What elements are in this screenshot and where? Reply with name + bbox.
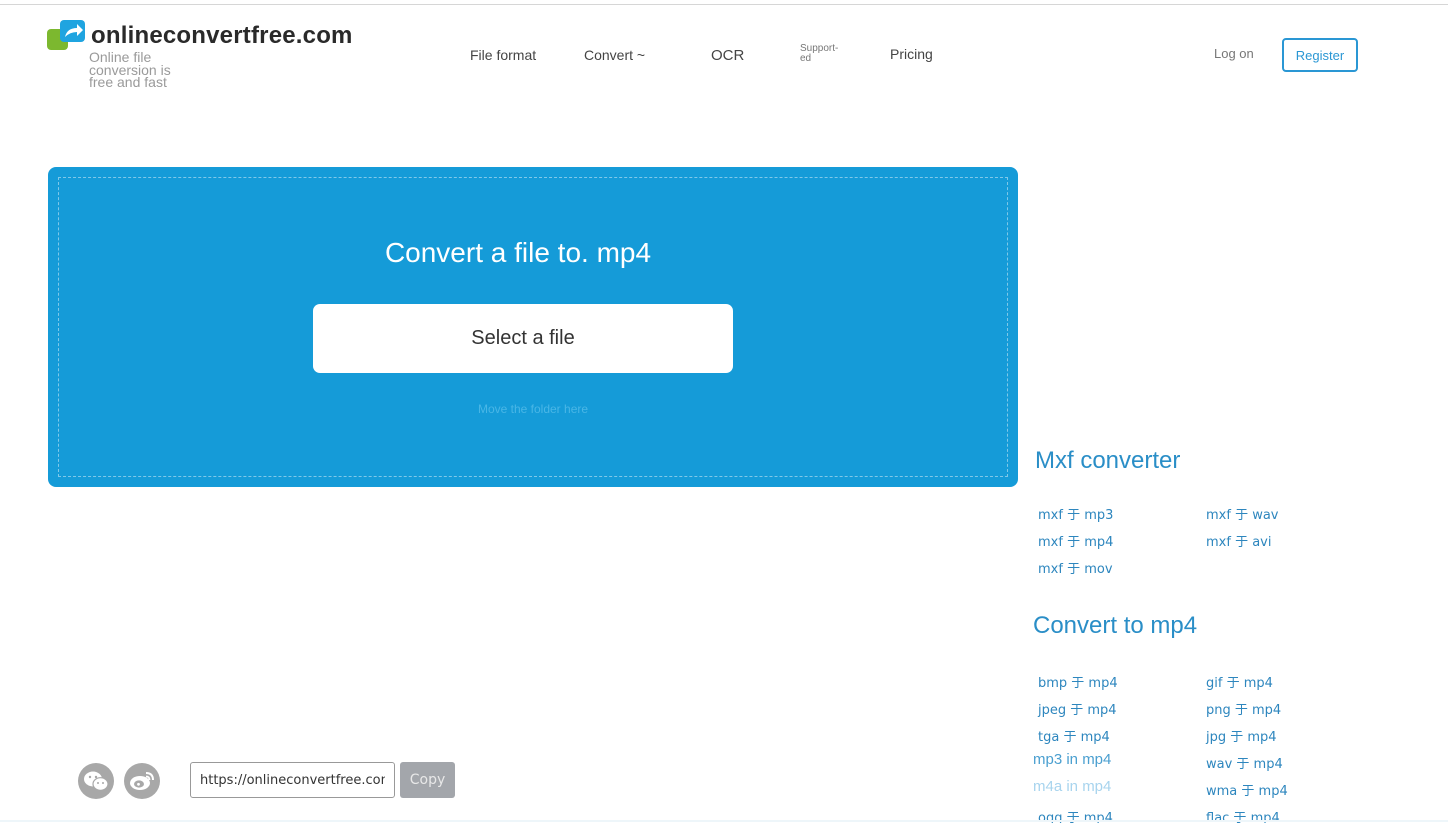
logo-icon[interactable] [47, 20, 85, 50]
weibo-icon[interactable] [124, 763, 160, 799]
top-border [0, 4, 1448, 5]
sidebar-link-jpeg-mp4[interactable]: jpeg 于 mp4 [1038, 699, 1117, 718]
sidebar-link-wav-mp4[interactable]: wav 于 mp4 [1206, 753, 1283, 772]
sidebar-link-mxf-mp3[interactable]: mxf 于 mp3 [1038, 504, 1113, 523]
select-file-button[interactable]: Select a file [313, 304, 733, 373]
site-tagline: Online file conversion is free and fast [89, 49, 171, 90]
sidebar-link-mxf-wav[interactable]: mxf 于 wav [1206, 504, 1279, 523]
login-link[interactable]: Log on [1214, 46, 1254, 61]
register-button[interactable]: Register [1282, 38, 1358, 72]
site-logo-text[interactable]: onlineconvertfree.com [91, 22, 353, 50]
copy-button[interactable]: Copy [400, 762, 455, 798]
sidebar-link-mxf-mp4[interactable]: mxf 于 mp4 [1038, 531, 1113, 550]
drop-hint: Move the folder here [477, 402, 589, 416]
bottom-divider [0, 820, 1448, 822]
sidebar-link-mxf-mov[interactable]: mxf 于 mov [1038, 558, 1113, 577]
upload-title: Convert a file to. mp4 [384, 237, 652, 268]
nav-pricing[interactable]: Pricing [890, 46, 933, 62]
sidebar-link-wma-mp4[interactable]: wma 于 mp4 [1206, 780, 1288, 799]
sidebar-link-bmp-mp4[interactable]: bmp 于 mp4 [1038, 672, 1118, 691]
mxf-converter-heading: Mxf converter [1035, 447, 1181, 474]
sidebar-link-mp3-mp4[interactable]: mp3 in mp4 [1033, 751, 1111, 768]
nav-convert[interactable]: Convert ~ [584, 47, 645, 63]
nav-ocr[interactable]: OCR [711, 47, 744, 64]
convert-to-mp4-heading: Convert to mp4 [1033, 612, 1198, 639]
sidebar-link-mxf-avi[interactable]: mxf 于 avi [1206, 531, 1271, 550]
sidebar-link-jpg-mp4[interactable]: jpg 于 mp4 [1206, 726, 1277, 745]
sidebar-link-tga-mp4[interactable]: tga 于 mp4 [1038, 726, 1110, 745]
sidebar-link-gif-mp4[interactable]: gif 于 mp4 [1206, 672, 1273, 691]
nav-file-format[interactable]: File format [470, 47, 536, 63]
sidebar-link-png-mp4[interactable]: png 于 mp4 [1206, 699, 1281, 718]
nav-supported[interactable]: Support-ed [800, 44, 842, 64]
upload-dropzone[interactable]: Convert a file to. mp4 Select a file Mov… [48, 167, 1018, 487]
sidebar-link-m4a-mp4[interactable]: m4a in mp4 [1033, 778, 1111, 795]
share-url-input[interactable] [190, 762, 395, 798]
wechat-icon[interactable] [78, 763, 114, 799]
